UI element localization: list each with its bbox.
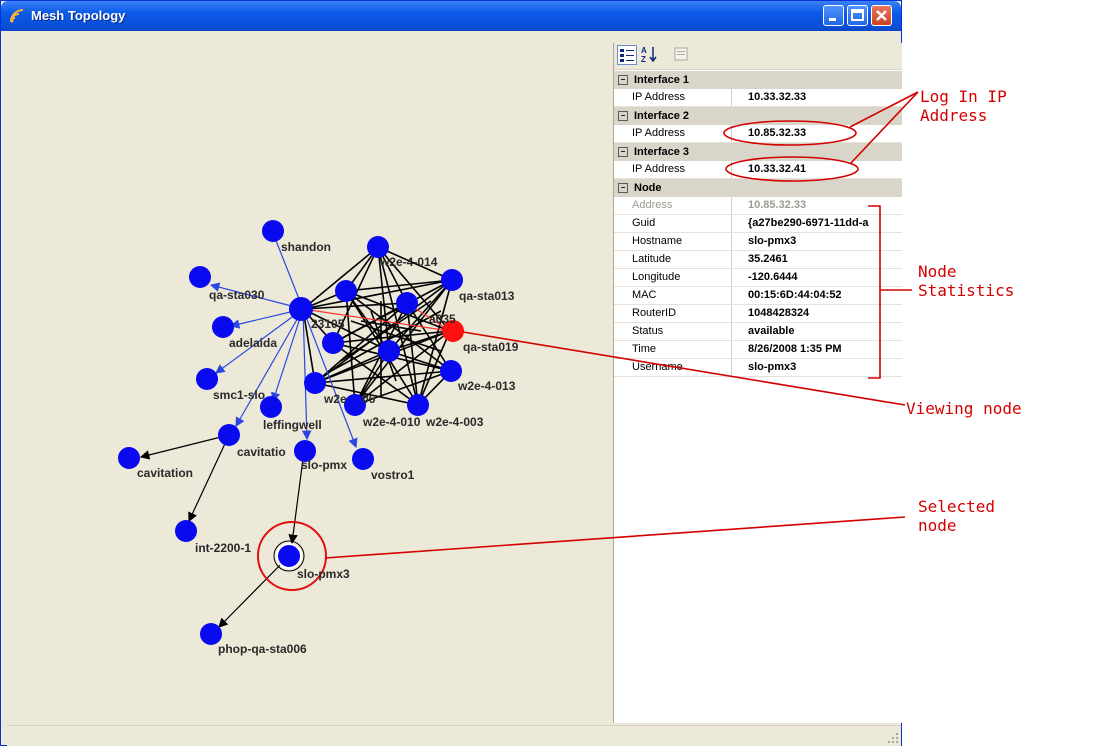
viewing-node-pointer [462, 331, 906, 406]
annotation-viewing-node: Viewing node [906, 399, 1022, 418]
login-ip-pointer-2 [849, 91, 919, 165]
annotation-login-ip: Log In IP Address [920, 87, 1007, 125]
annotation-node-statistics: Node Statistics [918, 262, 1015, 300]
node-stats-bracket [868, 205, 881, 379]
login-ip-ellipse-1 [723, 120, 857, 146]
login-ip-ellipse-2 [725, 156, 859, 182]
login-ip-pointer-1 [849, 91, 919, 128]
selected-node-pointer [324, 516, 906, 559]
annotation-selected-node: Selected node [918, 497, 996, 535]
